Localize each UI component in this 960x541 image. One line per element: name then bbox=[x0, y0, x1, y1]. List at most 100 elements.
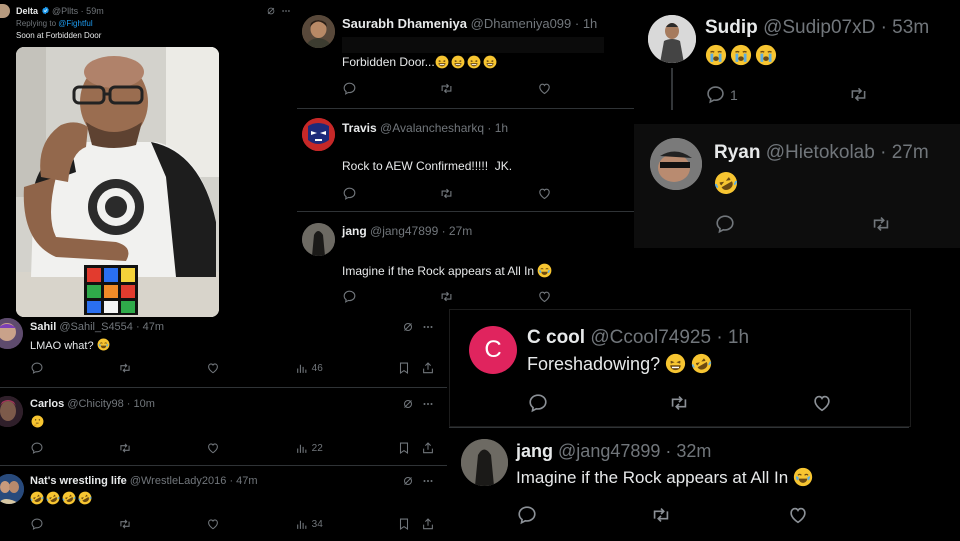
share-icon[interactable] bbox=[421, 361, 435, 375]
share-icon[interactable] bbox=[421, 517, 435, 531]
retweet-icon[interactable] bbox=[870, 213, 892, 235]
views-button[interactable]: 46 bbox=[295, 362, 323, 375]
reply-icon bbox=[705, 84, 726, 105]
bookmark-icon[interactable] bbox=[397, 517, 411, 531]
retweet-icon[interactable] bbox=[118, 517, 132, 531]
views-button[interactable]: 22 bbox=[295, 442, 323, 455]
retweet-icon[interactable] bbox=[439, 289, 454, 304]
reply-icon[interactable] bbox=[714, 213, 736, 235]
avatar[interactable] bbox=[648, 15, 696, 63]
retweet-icon[interactable] bbox=[118, 441, 132, 455]
more-icon[interactable] bbox=[422, 398, 434, 410]
author-name[interactable]: Nat's wrestling life bbox=[30, 475, 127, 487]
reply-tweet[interactable]: Saurabh Dhameniya @Dhameniya099 · 1h For… bbox=[297, 0, 634, 109]
bookmark-icon[interactable] bbox=[397, 361, 411, 375]
verified-badge-icon bbox=[41, 6, 50, 15]
author-handle[interactable]: @Hietokolab · 27m bbox=[766, 142, 929, 163]
author-handle[interactable]: @Avalanchesharkq · 1h bbox=[380, 121, 508, 135]
like-icon[interactable] bbox=[206, 517, 220, 531]
author-handle[interactable]: @Chicity98 · 10m bbox=[67, 398, 155, 410]
author-name[interactable]: jang bbox=[342, 224, 367, 238]
author-handle[interactable]: @jang47899 · 27m bbox=[370, 224, 472, 238]
more-icon[interactable] bbox=[422, 321, 434, 333]
avatar[interactable] bbox=[302, 118, 335, 151]
retweet-icon[interactable] bbox=[650, 504, 672, 526]
like-icon[interactable] bbox=[537, 289, 552, 304]
retweet-icon[interactable] bbox=[118, 361, 132, 375]
tweet-header: Nat's wrestling life @WrestleLady2016 · … bbox=[30, 475, 258, 487]
avatar[interactable] bbox=[0, 396, 23, 427]
avatar[interactable] bbox=[650, 138, 702, 190]
share-icon[interactable] bbox=[421, 441, 435, 455]
like-icon[interactable] bbox=[537, 186, 552, 201]
author-handle[interactable]: @Dhameniya099 · 1h bbox=[471, 16, 598, 31]
reply-icon[interactable] bbox=[30, 441, 44, 455]
reply-icon[interactable] bbox=[342, 289, 357, 304]
reply-icon[interactable] bbox=[516, 504, 538, 526]
reply-tweet[interactable]: C C cool @Ccool74925 · 1h Foreshadowing? bbox=[450, 310, 910, 426]
reply-icon[interactable] bbox=[342, 186, 357, 201]
reply-icon[interactable] bbox=[527, 392, 549, 414]
author-name[interactable]: C cool bbox=[527, 327, 585, 348]
sob-emoji-icon bbox=[755, 44, 777, 66]
author-name[interactable]: Sahil bbox=[30, 321, 56, 333]
reply-tweet[interactable]: Ryan @Hietokolab · 27m bbox=[634, 124, 960, 248]
reply-icon[interactable] bbox=[30, 517, 44, 531]
author-name[interactable]: jang bbox=[516, 441, 553, 461]
author-name[interactable]: Sudip bbox=[705, 17, 758, 38]
ccool-tweet-panel: C C cool @Ccool74925 · 1h Foreshadowing? bbox=[449, 309, 911, 427]
retweet-icon[interactable] bbox=[848, 84, 869, 105]
like-icon[interactable] bbox=[811, 392, 833, 414]
like-icon[interactable] bbox=[787, 504, 809, 526]
retweet-icon[interactable] bbox=[668, 392, 690, 414]
avatar[interactable] bbox=[0, 4, 10, 18]
reply-tweet[interactable]: Sudip @Sudip07xD · 53m 1 bbox=[634, 0, 960, 122]
tweet-photo[interactable] bbox=[16, 47, 219, 317]
bookmark-icon[interactable] bbox=[397, 441, 411, 455]
reply-tweet[interactable]: Sahil @Sahil_S4554 · 47m LMAO what? 46 bbox=[0, 318, 447, 388]
tweet-text: Imagine if the Rock appears at All In bbox=[516, 467, 813, 488]
views-button[interactable]: 34 bbox=[295, 518, 323, 531]
like-icon[interactable] bbox=[537, 81, 552, 96]
author-name[interactable]: Ryan bbox=[714, 142, 760, 163]
author-handle[interactable]: @WrestleLady2016 · 47m bbox=[130, 475, 258, 487]
reply-tweet[interactable]: Travis @Avalanchesharkq · 1h Rock to AEW… bbox=[297, 109, 634, 212]
reply-icon[interactable] bbox=[30, 361, 44, 375]
avatar[interactable] bbox=[0, 318, 23, 349]
sob-emoji-icon bbox=[705, 44, 727, 66]
author-name[interactable]: Saurabh Dhameniya bbox=[342, 16, 467, 31]
author-handle[interactable]: @Sahil_S4554 · 47m bbox=[59, 321, 164, 333]
author-handle[interactable]: @jang47899 · 32m bbox=[558, 441, 711, 461]
reply-tweet[interactable]: jang @jang47899 · 32m Imagine if the Roc… bbox=[449, 428, 909, 541]
more-icon[interactable] bbox=[422, 475, 434, 487]
reply-button[interactable]: 1 bbox=[705, 84, 738, 105]
grok-icon[interactable] bbox=[402, 321, 414, 333]
reply-tweet[interactable]: jang @jang47899 · 27m Imagine if the Roc… bbox=[297, 212, 634, 318]
replying-to-link[interactable]: @Fightful bbox=[58, 19, 92, 28]
author-name[interactable]: Travis bbox=[342, 121, 377, 135]
views-count: 34 bbox=[311, 518, 323, 530]
grok-icon[interactable] bbox=[402, 475, 414, 487]
author-name[interactable]: Carlos bbox=[30, 398, 64, 410]
grok-icon[interactable] bbox=[402, 398, 414, 410]
reply-icon[interactable] bbox=[342, 81, 357, 96]
author-handle[interactable]: @Ccool74925 · 1h bbox=[590, 327, 749, 348]
author-name[interactable]: Delta bbox=[16, 6, 38, 16]
retweet-icon[interactable] bbox=[439, 186, 454, 201]
reply-tweet[interactable]: Carlos @Chicity98 · 10m 22 bbox=[0, 388, 447, 466]
grok-icon[interactable] bbox=[266, 6, 276, 16]
retweet-icon[interactable] bbox=[439, 81, 454, 96]
avatar[interactable] bbox=[0, 474, 24, 504]
like-icon[interactable] bbox=[206, 361, 220, 375]
more-icon[interactable] bbox=[281, 6, 291, 16]
author-handle[interactable]: @Pllts · 59m bbox=[52, 6, 104, 16]
author-handle[interactable]: @Sudip07xD · 53m bbox=[763, 17, 929, 38]
reply-tweet[interactable]: Nat's wrestling life @WrestleLady2016 · … bbox=[0, 466, 447, 540]
avatar[interactable] bbox=[302, 15, 335, 48]
like-icon[interactable] bbox=[206, 441, 220, 455]
tweet-actions: 34 bbox=[30, 517, 435, 531]
avatar[interactable] bbox=[461, 439, 508, 486]
avatar[interactable] bbox=[302, 223, 335, 256]
tweet-text bbox=[705, 44, 777, 71]
avatar[interactable]: C bbox=[469, 326, 517, 374]
